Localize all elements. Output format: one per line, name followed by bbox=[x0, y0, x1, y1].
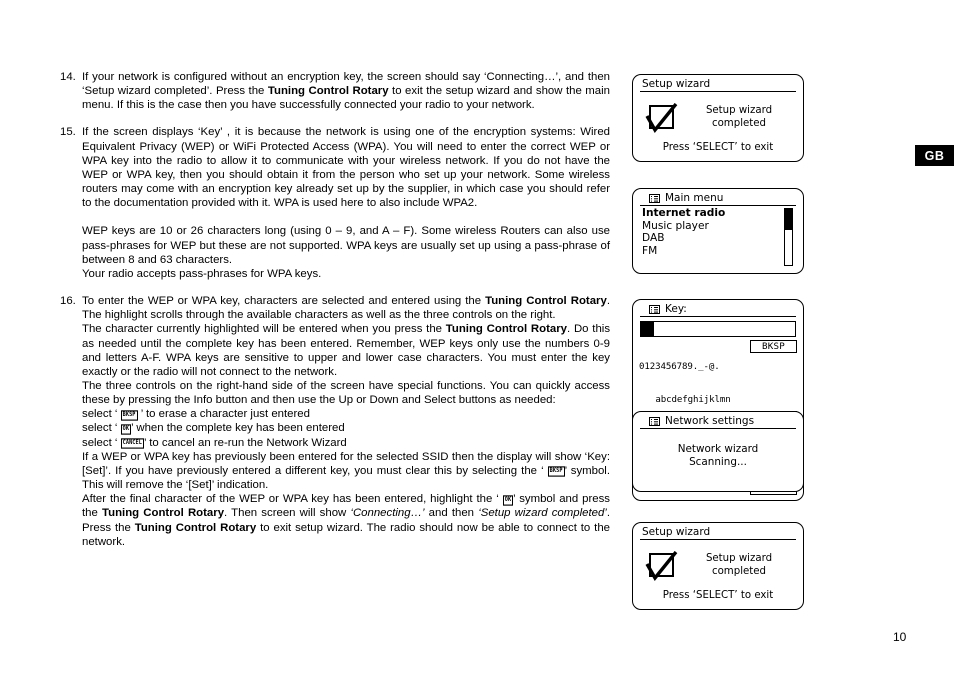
setup-wizard-footer: Press ‘SELECT’ to exit bbox=[662, 142, 774, 153]
setup-wizard-message-line2: completed bbox=[711, 117, 767, 129]
screen-title: Network settings bbox=[640, 412, 796, 429]
paragraph: To enter the WEP or WPA key, characters … bbox=[82, 295, 610, 322]
screen-title: Setup wizard bbox=[640, 75, 796, 92]
key-input-field[interactable] bbox=[640, 321, 796, 337]
paragraph: The character currently highlighted will… bbox=[82, 323, 611, 378]
menu-scrollbar-thumb[interactable] bbox=[785, 209, 792, 231]
emphasis-italic: ‘Setup wizard completed’ bbox=[478, 507, 607, 520]
emphasis-bold: Tuning Control Rotary bbox=[485, 295, 607, 308]
setup-wizard-message-line1: Setup wizard bbox=[705, 553, 773, 564]
checked-box-icon bbox=[645, 550, 679, 581]
menu-item-music-player[interactable]: Music player bbox=[642, 220, 803, 233]
instruction-item: 14. If your network is configured without… bbox=[60, 70, 610, 112]
checked-box-icon bbox=[645, 102, 679, 133]
screen-network-settings: Network settings Network wizard Scanning… bbox=[632, 411, 804, 492]
emphasis-bold: Tuning Control Rotary bbox=[134, 521, 257, 534]
screen-main-menu: Main menu Internet radio Music player DA… bbox=[632, 188, 804, 274]
network-settings-line1: Network wizard bbox=[677, 443, 759, 455]
screen-title-label: Network settings bbox=[665, 415, 755, 427]
list-icon bbox=[649, 304, 660, 314]
page-number: 10 bbox=[893, 630, 907, 644]
main-menu-list: Internet radio Music player DAB FM bbox=[633, 206, 803, 273]
emphasis-bold: Tuning Control Rotary bbox=[445, 323, 568, 336]
setup-wizard-message: Setup wizard completed bbox=[685, 553, 793, 578]
list-icon bbox=[649, 416, 660, 426]
paragraph: select ‘ BKSP ’ to erase a character jus… bbox=[82, 408, 310, 421]
paragraph: After the final character of the WEP or … bbox=[82, 493, 610, 548]
instruction-body: If the screen displays ‘Key’ , it is bec… bbox=[82, 125, 610, 281]
paragraph: select ‘ OK’ when the complete key has b… bbox=[82, 422, 345, 435]
region-badge: GB bbox=[915, 145, 954, 166]
emphasis-bold: Tuning Control Rotary bbox=[102, 507, 225, 520]
paragraph: select ‘ CANCEL’ to cancel an re-run the… bbox=[82, 436, 347, 449]
screen-title: Key: bbox=[640, 300, 796, 317]
screen-title-label: Setup wizard bbox=[642, 78, 711, 90]
instruction-text-column: 14. If your network is configured without… bbox=[60, 70, 610, 562]
bksp-button[interactable]: BKSP bbox=[750, 340, 797, 353]
key-symbol-ok: OK bbox=[120, 424, 132, 435]
setup-wizard-footer: Press ‘SELECT’ to exit bbox=[662, 590, 774, 601]
screen-setup-wizard-top: Setup wizard Setup wizard completed Pres… bbox=[632, 74, 804, 162]
paragraph: Your radio accepts pass-phrases for WPA … bbox=[82, 267, 322, 280]
emphasis-bold: Tuning Control Rotary bbox=[267, 85, 389, 98]
instruction-number: 15. bbox=[60, 126, 76, 139]
key-symbol-cancel: CANCEL bbox=[120, 438, 144, 449]
paragraph: If a WEP or WPA key has previously been … bbox=[82, 450, 610, 492]
character-row-digits[interactable]: 0123456789._-@. bbox=[639, 362, 747, 373]
screen-setup-wizard-bottom: Setup wizard Setup wizard completed Pres… bbox=[632, 522, 804, 610]
menu-item-internet-radio[interactable]: Internet radio bbox=[642, 207, 803, 220]
key-symbol-bksp: BKSP bbox=[120, 410, 138, 421]
instruction-number: 14. bbox=[60, 71, 76, 83]
screen-title-label: Main menu bbox=[665, 192, 724, 204]
paragraph: If the screen displays ‘Key’ , it is bec… bbox=[82, 126, 610, 210]
key-symbol-bksp: BKSP bbox=[547, 466, 565, 478]
setup-wizard-body: Setup wizard completed bbox=[633, 92, 803, 136]
paragraph: If your network is configured without an… bbox=[82, 71, 610, 112]
paragraph: WEP keys are 10 or 26 characters long (u… bbox=[82, 225, 610, 266]
screen-title: Setup wizard bbox=[640, 523, 796, 540]
list-icon bbox=[649, 193, 660, 203]
screen-title-label: Key: bbox=[665, 303, 687, 315]
instruction-body: To enter the WEP or WPA key, characters … bbox=[82, 294, 610, 549]
network-settings-line2: Scanning... bbox=[689, 456, 747, 468]
setup-wizard-message: Setup wizard completed bbox=[685, 105, 793, 130]
network-settings-body: Network wizard Scanning... bbox=[633, 429, 803, 491]
setup-wizard-body: Setup wizard completed bbox=[633, 540, 803, 584]
setup-wizard-message-line1: Setup wizard bbox=[705, 105, 773, 116]
paragraph: The three controls on the right-hand sid… bbox=[82, 379, 610, 407]
screen-title-label: Setup wizard bbox=[642, 526, 711, 538]
screen-title: Main menu bbox=[640, 189, 796, 206]
instruction-item: 16. To enter the WEP or WPA key, characte… bbox=[60, 294, 610, 549]
setup-wizard-message-line2: completed bbox=[711, 565, 767, 577]
character-row-lower-1[interactable]: abcdefghijklmn bbox=[639, 395, 747, 406]
instruction-body: If your network is configured without an… bbox=[82, 70, 610, 112]
menu-item-dab[interactable]: DAB bbox=[642, 232, 803, 245]
instruction-number: 16. bbox=[60, 295, 76, 308]
instruction-item: 15. If the screen displays ‘Key’ , it is … bbox=[60, 125, 610, 281]
key-symbol-ok: OK bbox=[502, 495, 514, 506]
emphasis-italic: ‘Connecting…’ bbox=[350, 507, 425, 520]
menu-item-fm[interactable]: FM bbox=[642, 245, 803, 258]
menu-scrollbar[interactable] bbox=[784, 208, 793, 266]
text-cursor bbox=[641, 322, 654, 336]
